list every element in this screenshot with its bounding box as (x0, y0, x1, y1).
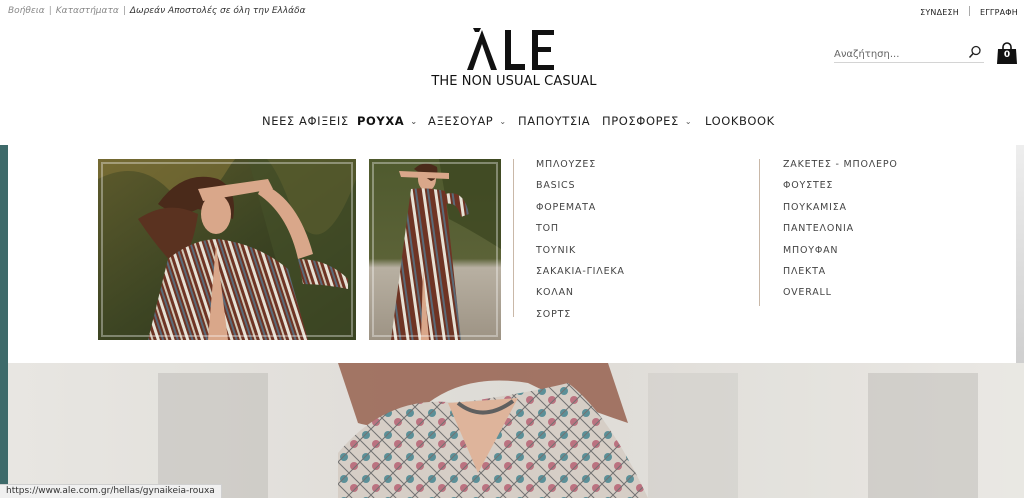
nav-label: ΝΕΕΣ ΑΦΙΞΕΙΣ (262, 114, 349, 128)
divider: | (48, 6, 52, 16)
login-link[interactable]: ΣΥΝΔΕΣΗ (920, 8, 959, 17)
cart-count-badge: 0 (1003, 50, 1011, 60)
top-utility-bar: Βοήθεια | Καταστήματα | Δωρεάν Αποστολές σε … (0, 0, 1024, 24)
chevron-down-icon: ⌄ (410, 117, 418, 126)
hero-edge-left (0, 145, 8, 498)
divider (969, 6, 971, 16)
category-tunics[interactable]: ΤΟΥΝΙΚ (536, 245, 625, 266)
ale-wordmark-logo (467, 28, 554, 70)
category-cardigans-boleros[interactable]: ΖΑΚΕΤΕΣ - ΜΠΟΛΕΡΟ (783, 159, 898, 180)
category-basics[interactable]: BASICS (536, 180, 625, 201)
main-navigation: ΝΕΕΣ ΑΦΙΞΕΙΣ ΡΟΥΧΑ ⌄ ΑΞΕΣΟΥΑΡ ⌄ ΠΑΠΟΥΤΣΙΑ … (0, 114, 1024, 130)
search-icon[interactable] (968, 45, 982, 59)
nav-shoes[interactable]: ΠΑΠΟΥΤΣΙΑ (518, 114, 590, 128)
category-jackets-vests[interactable]: ΣΑΚΑΚΙΑ-ΓΙΛΕΚΑ (536, 266, 625, 287)
nav-label: ΡΟΥΧΑ (357, 114, 405, 128)
search-box (834, 42, 984, 63)
divider: | (122, 6, 126, 16)
site-logo[interactable]: THE NON USUAL CASUAL (424, 26, 604, 92)
column-divider (759, 159, 760, 306)
column-divider (513, 159, 514, 317)
category-dresses[interactable]: ΦΟΡΕΜΑΤΑ (536, 202, 625, 223)
category-column-1: ΜΠΛΟΥΖΕΣ BASICS ΦΟΡΕΜΑΤΑ ΤΟΠ ΤΟΥΝΙΚ ΣΑΚΑ… (536, 159, 625, 330)
nav-label: ΠΑΠΟΥΤΣΙΑ (518, 114, 591, 128)
account-links: ΣΥΝΔΕΣΗ ΕΓΓΡΑΦΗ (920, 6, 1018, 17)
category-column-2: ΖΑΚΕΤΕΣ - ΜΠΟΛΕΡΟ ΦΟΥΣΤΕΣ ΠΟΥΚΑΜΙΣΑ ΠΑΝΤ… (783, 159, 898, 309)
help-link[interactable]: Βοήθεια (8, 6, 45, 16)
promo-image-dress[interactable] (369, 159, 501, 340)
logo-tagline: THE NON USUAL CASUAL (431, 74, 597, 89)
nav-accessories[interactable]: ΑΞΕΣΟΥΑΡ ⌄ (428, 114, 507, 128)
category-trousers[interactable]: ΠΑΝΤΕΛΟΝΙΑ (783, 223, 898, 244)
hero-banner[interactable] (8, 363, 1024, 498)
clothing-mega-menu: ΜΠΛΟΥΖΕΣ BASICS ΦΟΡΕΜΑΤΑ ΤΟΠ ΤΟΥΝΙΚ ΣΑΚΑ… (8, 145, 1016, 363)
hero-edge-right (1016, 145, 1024, 363)
category-shorts[interactable]: ΣΟΡΤΣ (536, 309, 625, 330)
category-coats[interactable]: ΜΠΟΥΦΑΝ (783, 245, 898, 266)
topbar-left-links: Βοήθεια | Καταστήματα | Δωρεάν Αποστολές σε … (8, 6, 306, 16)
nav-label: ΑΞΕΣΟΥΑΡ (428, 114, 494, 128)
nav-clothing[interactable]: ΡΟΥΧΑ ⌄ (357, 114, 418, 128)
nav-lookbook[interactable]: LOOKBOOK (705, 114, 775, 128)
chevron-down-icon: ⌄ (499, 117, 507, 126)
nav-label: LOOKBOOK (705, 114, 775, 128)
category-knitwear[interactable]: ΠΛΕΚΤΑ (783, 266, 898, 287)
nav-label: ΠΡΟΣΦΟΡΕΣ (602, 114, 679, 128)
nav-new-arrivals[interactable]: ΝΕΕΣ ΑΦΙΞΕΙΣ (262, 114, 349, 128)
search-input[interactable] (834, 46, 954, 60)
nav-offers[interactable]: ΠΡΟΣΦΟΡΕΣ ⌄ (602, 114, 692, 128)
category-tops[interactable]: ΤΟΠ (536, 223, 625, 244)
category-skirts[interactable]: ΦΟΥΣΤΕΣ (783, 180, 898, 201)
chevron-down-icon: ⌄ (684, 117, 693, 126)
free-shipping-note: Δωρεάν Αποστολές σε όλη την Ελλάδα (129, 6, 306, 16)
browser-status-url: https://www.ale.com.gr/hellas/gynaikeia-… (0, 484, 222, 498)
category-overall[interactable]: OVERALL (783, 287, 898, 308)
promo-image-blouse[interactable] (98, 159, 356, 340)
stores-link[interactable]: Καταστήματα (56, 6, 119, 16)
cart-button[interactable]: 0 (996, 42, 1018, 66)
register-link[interactable]: ΕΓΓΡΑΦΗ (980, 8, 1018, 17)
category-shirts[interactable]: ΠΟΥΚΑΜΙΣΑ (783, 202, 898, 223)
category-blouses[interactable]: ΜΠΛΟΥΖΕΣ (536, 159, 625, 180)
category-leggings[interactable]: ΚΟΛΑΝ (536, 287, 625, 308)
